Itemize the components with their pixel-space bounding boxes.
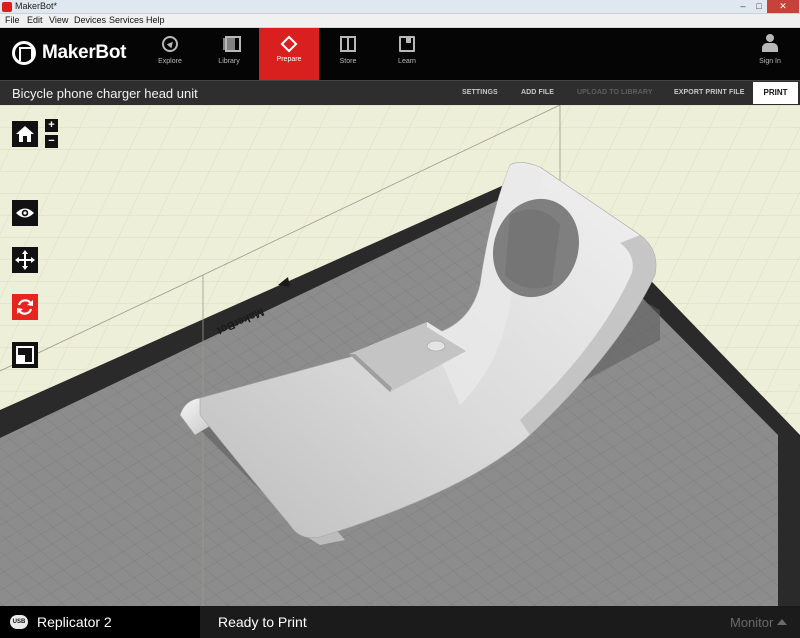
settings-button[interactable]: SETTINGS [462, 89, 498, 96]
nav-explore-label: Explore [158, 58, 182, 65]
book-icon [399, 36, 415, 52]
sign-in-button[interactable]: Sign In [748, 28, 792, 80]
window-titlebar: MakerBot* – □ ✕ [0, 0, 800, 14]
menu-view[interactable]: View [49, 15, 68, 25]
prepare-icon [280, 35, 298, 53]
rotate-icon [17, 299, 33, 315]
move-icon [15, 250, 35, 270]
home-icon [16, 126, 34, 142]
home-view-button[interactable] [12, 121, 38, 147]
nav-prepare[interactable]: Prepare [259, 28, 319, 80]
nav-explore[interactable]: Explore [140, 28, 200, 80]
brand-name: MakerBot [42, 42, 127, 63]
window-title: MakerBot* [15, 1, 58, 11]
zoom-out-button[interactable]: − [45, 135, 58, 148]
printer-status: Ready to Print [218, 614, 307, 630]
nav-store-label: Store [339, 58, 357, 65]
user-icon-body [762, 43, 778, 52]
scale-tool-button[interactable] [12, 342, 38, 368]
nav-library-label: Library [218, 58, 240, 65]
menu-services[interactable]: Services [109, 15, 144, 25]
rotate-tool-button[interactable] [12, 294, 38, 320]
status-bar: USB Replicator 2 Ready to Print Monitor [0, 606, 800, 638]
add-file-button[interactable]: ADD FILE [521, 89, 554, 96]
nav-library[interactable]: Library [199, 28, 259, 80]
upload-to-library-button[interactable]: UPLOAD TO LIBRARY [577, 89, 653, 96]
library-icon [221, 36, 241, 52]
top-navigation: MakerBot Explore Library Prepare Store L… [0, 28, 800, 80]
file-name: Bicycle phone charger head unit [12, 86, 198, 101]
menu-edit[interactable]: Edit [27, 15, 43, 25]
nav-learn[interactable]: Learn [377, 28, 437, 80]
maximize-button[interactable]: □ [751, 0, 767, 13]
menu-devices[interactable]: Devices [74, 15, 106, 25]
nav-prepare-label: Prepare [276, 56, 302, 63]
menu-bar: File Edit View Devices Services Help [0, 14, 800, 28]
makerbot-m-icon [12, 41, 36, 65]
makerbot-logo[interactable]: MakerBot [12, 40, 126, 66]
scale-icon [16, 346, 34, 364]
zoom-in-button[interactable]: + [45, 119, 58, 132]
close-button[interactable]: ✕ [767, 0, 799, 13]
compass-icon [162, 36, 178, 52]
makerbot-app-icon [2, 2, 12, 12]
print-button[interactable]: PRINT [753, 82, 798, 104]
chevron-up-icon[interactable] [777, 619, 787, 625]
nav-store[interactable]: Store [318, 28, 378, 80]
export-print-file-button[interactable]: EXPORT PRINT FILE [674, 89, 745, 96]
nav-learn-label: Learn [398, 58, 416, 65]
usb-connection-icon: USB [10, 615, 28, 629]
eye-icon [16, 208, 34, 218]
user-icon [766, 34, 774, 42]
sign-in-label: Sign In [759, 58, 781, 65]
menu-file[interactable]: File [5, 15, 20, 25]
move-tool-button[interactable] [12, 247, 38, 273]
printer-selector[interactable]: USB Replicator 2 [0, 606, 200, 638]
view-tool-button[interactable] [12, 200, 38, 226]
menu-help[interactable]: Help [146, 15, 165, 25]
file-toolbar: Bicycle phone charger head unit SETTINGS… [0, 80, 800, 105]
scene-graphic: MakerBot [0, 105, 800, 606]
build-plate-viewport[interactable]: MakerBot + − [0, 105, 800, 606]
printer-name: Replicator 2 [37, 614, 112, 630]
minimize-button[interactable]: – [735, 0, 751, 13]
store-icon [340, 36, 356, 52]
monitor-button[interactable]: Monitor [730, 615, 773, 630]
